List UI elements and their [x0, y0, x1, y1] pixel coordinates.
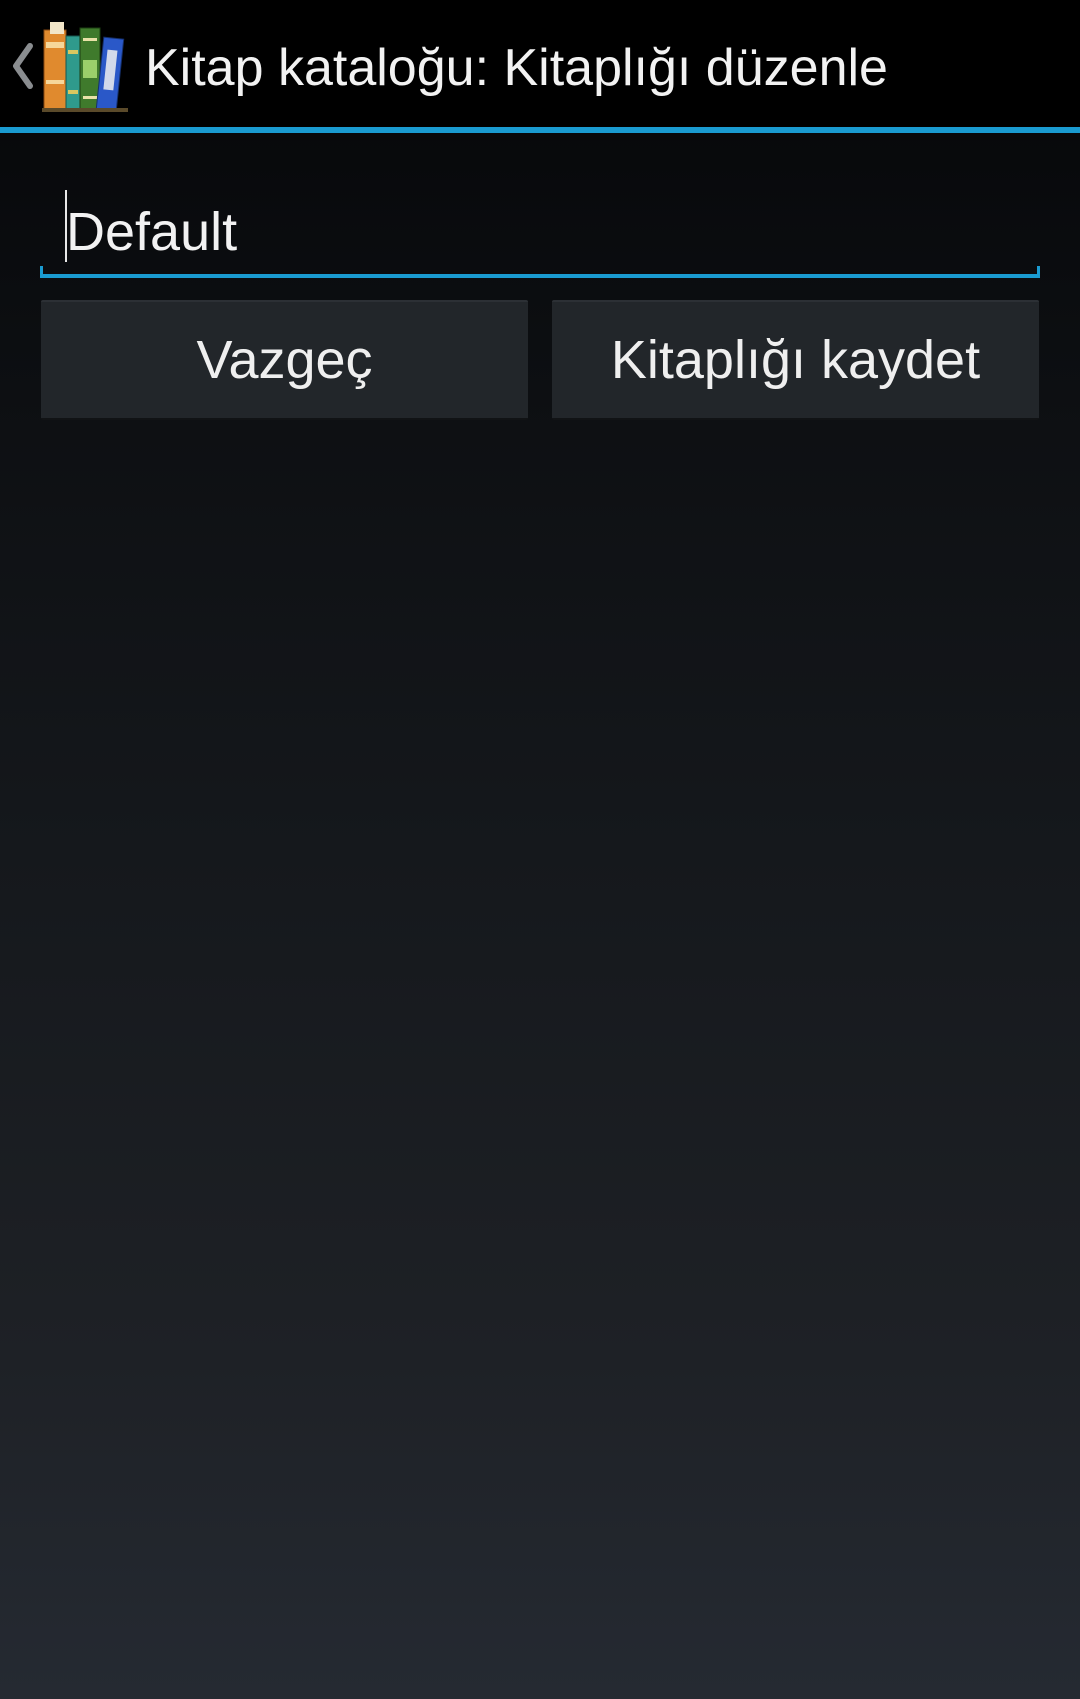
chevron-left-icon[interactable] [8, 36, 36, 96]
books-icon[interactable] [42, 20, 128, 112]
button-row: Vazgeç Kitaplığı kaydet [41, 300, 1039, 420]
cancel-button[interactable]: Vazgeç [41, 300, 528, 420]
library-name-field-wrap [40, 186, 1040, 278]
library-name-input[interactable] [40, 186, 1040, 278]
save-library-button[interactable]: Kitaplığı kaydet [552, 300, 1039, 420]
action-bar: Kitap kataloğu: Kitaplığı düzenle [0, 0, 1080, 133]
page-title: Kitap kataloğu: Kitaplığı düzenle [145, 39, 888, 97]
text-cursor [65, 190, 67, 262]
input-underline [40, 266, 1040, 278]
